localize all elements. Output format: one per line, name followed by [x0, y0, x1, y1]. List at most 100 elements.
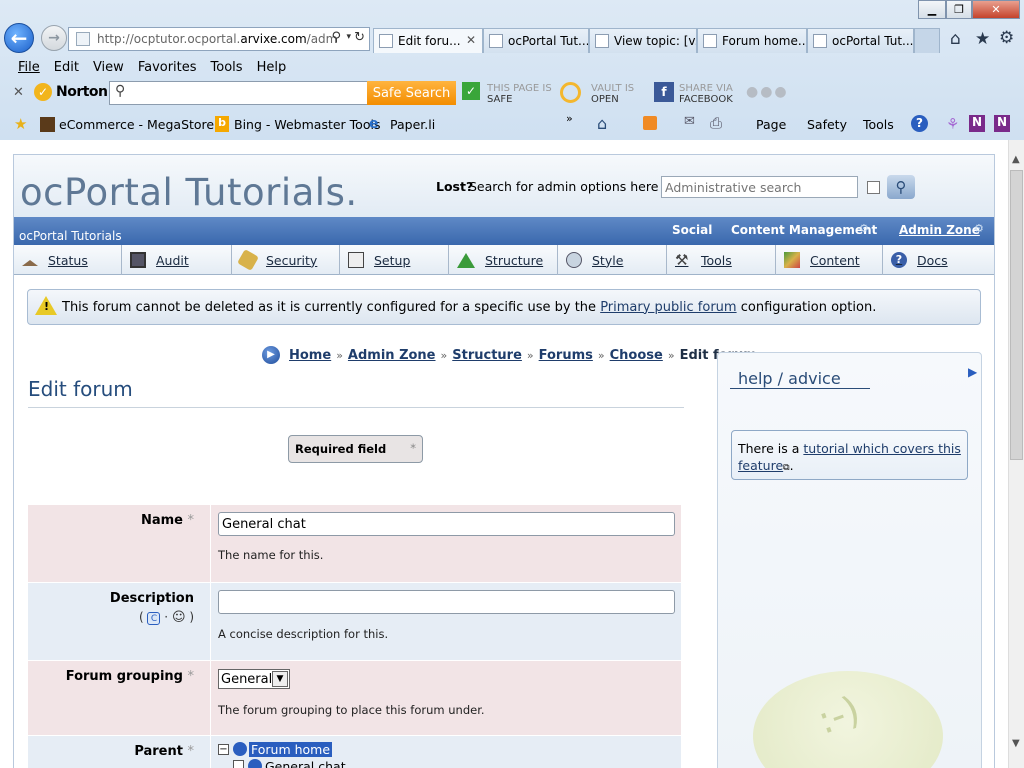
parent-label-text: Parent [134, 744, 183, 759]
new-tab-button[interactable] [914, 28, 940, 53]
smiley-icon[interactable]: ☺ [172, 610, 186, 625]
scrollbar-thumb[interactable] [1010, 170, 1023, 460]
settings-gear-icon[interactable]: ⚙ [999, 28, 1014, 48]
bookmark-paperli[interactable]: Paper.li [390, 117, 435, 132]
site-logo[interactable]: ocPortal Tutorials. [20, 171, 358, 214]
search-submit-icon[interactable]: ⚲ [887, 175, 915, 199]
add-favorite-star-icon[interactable]: ★ [14, 115, 27, 133]
tree-node-forum-home[interactable]: Forum home [249, 742, 333, 757]
zone-social[interactable]: Social [672, 223, 712, 237]
chevron-more-icon[interactable]: » [566, 112, 573, 125]
setup-icon [348, 252, 364, 268]
tab-content[interactable]: Content [776, 245, 883, 275]
tab-ocportal-tutorials[interactable]: ocPortal Tut... [483, 28, 589, 53]
tab-docs[interactable]: ? Docs [883, 245, 994, 275]
forward-button[interactable]: → [41, 25, 67, 51]
share-facebook[interactable]: SHARE VIA FACEBOOK [679, 83, 733, 105]
tab-tools[interactable]: ⚒ Tools [667, 245, 776, 275]
onenote-send-icon[interactable]: N [994, 115, 1010, 132]
site-crumb-title[interactable]: ocPortal Tutorials [19, 229, 122, 243]
facebook-icon: f [654, 82, 674, 102]
breadcrumb-forums[interactable]: Forums [539, 348, 593, 363]
tab-style[interactable]: Style [558, 245, 667, 275]
close-tab-icon[interactable]: ✕ [466, 33, 476, 47]
home-cmd-icon[interactable]: ⌂ [597, 114, 607, 133]
favorites-bar: ★ eCommerce - MegaStore ... b Bing - Web… [0, 112, 1024, 138]
tree-node-general-chat[interactable]: General chat [265, 759, 346, 768]
bookmark-megastore[interactable]: eCommerce - MegaStore ... [59, 117, 230, 132]
site-blue-bar: ocPortal Tutorials Social Content Manage… [14, 217, 994, 245]
tab-view-topic[interactable]: View topic: [v... [589, 28, 697, 53]
addon-icon[interactable]: ⚘ [946, 115, 959, 133]
tree-collapse-icon[interactable]: − [218, 744, 229, 755]
description-field[interactable] [218, 590, 675, 614]
more-options-icon[interactable]: ●●● [746, 84, 789, 100]
tab-label: Content [810, 252, 860, 268]
breadcrumb-choose[interactable]: Choose [610, 348, 663, 363]
tab-forum-home[interactable]: Forum home... [697, 28, 807, 53]
norton-check-icon: ✓ [34, 83, 52, 101]
scroll-up-icon[interactable]: ▲ [1012, 154, 1020, 165]
favorites-star-icon[interactable]: ★ [975, 29, 990, 49]
zone-gear-icon: ⚙ [974, 222, 984, 235]
vault-line1: VAULT IS [591, 83, 635, 94]
menu-help[interactable]: Help [257, 60, 287, 75]
onenote-icon[interactable]: N [969, 115, 985, 132]
tab-security[interactable]: Security [232, 245, 340, 275]
help-icon[interactable]: ? [911, 115, 928, 132]
home-icon[interactable]: ⌂ [950, 29, 961, 49]
help-title-underline [730, 388, 870, 389]
menu-favorites[interactable]: Favorites [138, 60, 197, 75]
back-button[interactable]: ← [4, 23, 34, 53]
collapse-arrow-icon[interactable]: ▶ [968, 365, 977, 379]
restore-button[interactable]: ❐ [946, 0, 972, 19]
breadcrumb-admin-zone[interactable]: Admin Zone [348, 348, 436, 363]
search-prompt: Search for admin options here → [469, 179, 673, 194]
breadcrumb-structure[interactable]: Structure [452, 348, 522, 363]
address-dropdown-icon[interactable]: ▾ [346, 32, 351, 42]
rss-feed-icon[interactable] [643, 116, 657, 130]
page-scrollbar[interactable]: ▲ ▼ [1008, 140, 1024, 768]
admin-search-input[interactable] [661, 176, 858, 198]
mail-icon[interactable]: ✉ [684, 114, 695, 129]
search-icon[interactable]: ⚲ [331, 30, 341, 45]
menu-file[interactable]: File [18, 60, 40, 75]
close-window-button[interactable]: ✕ [972, 0, 1020, 19]
forum-grouping-select[interactable]: General ▼ [218, 669, 290, 689]
zone-admin[interactable]: Admin Zone [899, 223, 980, 237]
tab-edit-forum[interactable]: Edit foru... ✕ [373, 28, 483, 53]
cmd-safety[interactable]: Safety [807, 117, 847, 132]
name-field[interactable]: General chat [218, 512, 675, 536]
address-bar[interactable]: http://ocptutor.ocportal. arvixe.com/adm … [68, 27, 370, 51]
cmd-page[interactable]: Page [756, 117, 786, 132]
tree-collapse-icon[interactable] [233, 760, 244, 768]
menu-tools[interactable]: Tools [211, 60, 243, 75]
tab-status[interactable]: Status [14, 245, 122, 275]
comcode-icon[interactable]: C [147, 612, 161, 625]
safe-search-button[interactable]: Safe Search [367, 81, 456, 105]
bookmark-bing[interactable]: Bing - Webmaster Tools [234, 117, 380, 132]
menu-view[interactable]: View [93, 60, 124, 75]
padlock-icon [237, 249, 259, 271]
cmd-tools[interactable]: Tools [863, 117, 894, 132]
search-checkbox[interactable] [867, 181, 880, 194]
warning-exclamation-icon: ! [44, 300, 50, 313]
close-toolbar-icon[interactable]: ✕ [13, 85, 24, 100]
refresh-icon[interactable]: ↻ [354, 30, 365, 45]
menu-edit[interactable]: Edit [54, 60, 79, 75]
tab-setup[interactable]: Setup [340, 245, 449, 275]
breadcrumb-home[interactable]: Home [289, 348, 331, 363]
scroll-down-icon[interactable]: ▼ [1012, 738, 1020, 749]
minimize-button[interactable]: ▁ [918, 0, 946, 19]
zone-content-management[interactable]: Content Management [731, 223, 877, 237]
norton-search-input[interactable]: ⚲ [109, 81, 368, 105]
tab-ocportal-tutorials-2[interactable]: ocPortal Tut... [807, 28, 914, 53]
vault-status[interactable]: VAULT IS OPEN [591, 83, 634, 105]
page-safe-status[interactable]: THIS PAGE IS SAFE [487, 83, 552, 105]
tab-audit[interactable]: Audit [122, 245, 232, 275]
tab-structure[interactable]: Structure [449, 245, 558, 275]
ie-page-icon: e [369, 116, 379, 132]
description-value-cell: A concise description for this. [210, 583, 681, 660]
primary-forum-link[interactable]: Primary public forum [600, 300, 736, 315]
print-icon[interactable]: ⎙ [710, 114, 722, 132]
